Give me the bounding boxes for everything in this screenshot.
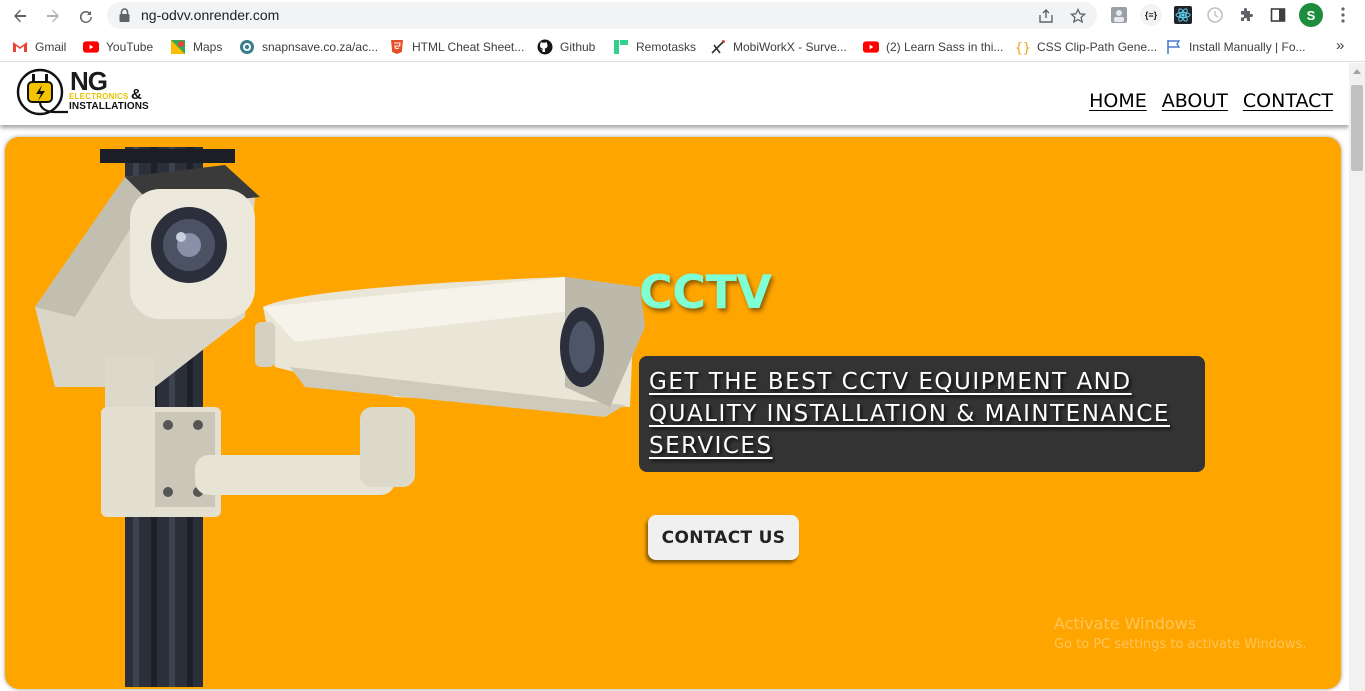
- puzzle-icon[interactable]: [1236, 5, 1256, 25]
- page-scrollbar[interactable]: [1349, 63, 1365, 691]
- bookmark-label: Install Manually | Fo...: [1189, 40, 1306, 54]
- bookmark-label: MobiWorkX - Surve...: [733, 40, 847, 54]
- star-icon[interactable]: [1069, 7, 1087, 25]
- windows-activation-watermark: Activate Windows Go to PC settings to ac…: [1054, 614, 1306, 652]
- nav-home-link[interactable]: HOME: [1089, 90, 1147, 112]
- bookmark-gmail[interactable]: Gmail: [12, 39, 66, 55]
- flag-icon: [1166, 39, 1182, 55]
- cctv-cameras-image: [35, 147, 645, 687]
- bookmark-remotasks[interactable]: Remotasks: [613, 39, 696, 55]
- bookmarks-overflow-button[interactable]: »: [1336, 37, 1344, 54]
- bookmarks-bar: Gmail YouTube Maps snapnsave.co.za/ac...…: [0, 32, 1365, 62]
- mobiworkx-icon: [710, 39, 726, 55]
- scroll-up-arrow-icon[interactable]: [1353, 69, 1361, 74]
- youtube-icon: [863, 39, 879, 55]
- url-text[interactable]: ng-odvv.onrender.com: [141, 7, 279, 23]
- bookmark-label: Github: [560, 40, 596, 54]
- site-header: NG ELECTRONICS & INSTALLATIONS HOME ABOU…: [0, 63, 1349, 125]
- snapnsave-icon: [239, 39, 255, 55]
- nav-contact-link[interactable]: CONTACT: [1243, 90, 1333, 112]
- page-viewport: NG ELECTRONICS & INSTALLATIONS HOME ABOU…: [0, 63, 1349, 691]
- logo-electronics: ELECTRONICS: [69, 92, 129, 101]
- profile-avatar[interactable]: S: [1299, 3, 1323, 27]
- hero-section: CCTV GET THE BEST CCTV EQUIPMENT AND QUA…: [5, 137, 1341, 689]
- bookmark-label: snapnsave.co.za/ac...: [262, 40, 379, 54]
- gmail-icon: [12, 39, 28, 55]
- svg-text:{}: {}: [1015, 41, 1030, 55]
- html-icon: [389, 39, 405, 55]
- logo-installations: INSTALLATIONS: [69, 101, 149, 112]
- remotasks-icon: [613, 39, 629, 55]
- hero-tagline: GET THE BEST CCTV EQUIPMENT AND QUALITY …: [649, 369, 1170, 459]
- bookmark-install-manually[interactable]: Install Manually | Fo...: [1166, 39, 1306, 55]
- reload-icon[interactable]: [75, 5, 97, 27]
- bookmark-maps[interactable]: Maps: [170, 39, 222, 55]
- github-icon: [537, 39, 553, 55]
- contact-us-button[interactable]: CONTACT US: [648, 515, 799, 560]
- tagline-box: GET THE BEST CCTV EQUIPMENT AND QUALITY …: [639, 356, 1205, 472]
- css-icon: {}: [1014, 39, 1030, 55]
- youtube-icon: [83, 39, 99, 55]
- bookmark-label: HTML Cheat Sheet...: [412, 40, 525, 54]
- json-extension-icon[interactable]: {≡}: [1140, 4, 1162, 26]
- hero-title: CCTV: [639, 265, 772, 319]
- bookmark-github[interactable]: Github: [537, 39, 595, 55]
- bookmark-label: Gmail: [35, 40, 67, 54]
- lock-icon[interactable]: [119, 8, 130, 27]
- arrow-right-icon[interactable]: [42, 5, 64, 27]
- scrollbar-thumb[interactable]: [1351, 85, 1363, 171]
- extension-avatar-icon[interactable]: [1109, 5, 1129, 25]
- plug-icon: [16, 68, 68, 116]
- bookmark-label: Remotasks: [636, 40, 697, 54]
- nav-about-link[interactable]: ABOUT: [1162, 90, 1228, 112]
- address-bar[interactable]: ng-odvv.onrender.com: [107, 2, 1097, 29]
- react-devtools-icon[interactable]: [1173, 5, 1193, 25]
- site-logo[interactable]: NG ELECTRONICS & INSTALLATIONS: [14, 66, 154, 118]
- bookmark-learn-sass[interactable]: (2) Learn Sass in thi...: [863, 39, 1003, 55]
- bookmark-css-clippath[interactable]: {} CSS Clip-Path Gene...: [1014, 39, 1157, 55]
- share-icon[interactable]: [1037, 7, 1055, 25]
- bookmark-html-cheatsheet[interactable]: HTML Cheat Sheet...: [389, 39, 524, 55]
- timer-extension-icon[interactable]: [1205, 5, 1225, 25]
- bookmark-label: (2) Learn Sass in thi...: [886, 40, 1004, 54]
- browser-toolbar: ng-odvv.onrender.com {≡} S: [0, 0, 1365, 32]
- bookmark-label: YouTube: [106, 40, 154, 54]
- bookmark-label: CSS Clip-Path Gene...: [1037, 40, 1158, 54]
- bookmark-mobiworkx[interactable]: MobiWorkX - Surve...: [710, 39, 847, 55]
- watermark-line-2: Go to PC settings to activate Windows.: [1054, 637, 1307, 652]
- watermark-line-1: Activate Windows: [1054, 614, 1197, 633]
- main-nav: HOME ABOUT CONTACT: [1089, 90, 1333, 112]
- bookmark-youtube[interactable]: YouTube: [83, 39, 153, 55]
- maps-icon: [170, 39, 186, 55]
- bookmark-label: Maps: [193, 40, 223, 54]
- side-panel-icon[interactable]: [1268, 5, 1288, 25]
- kebab-menu-icon[interactable]: [1333, 5, 1353, 25]
- bookmark-snapnsave[interactable]: snapnsave.co.za/ac...: [239, 39, 378, 55]
- arrow-left-icon[interactable]: [9, 5, 31, 27]
